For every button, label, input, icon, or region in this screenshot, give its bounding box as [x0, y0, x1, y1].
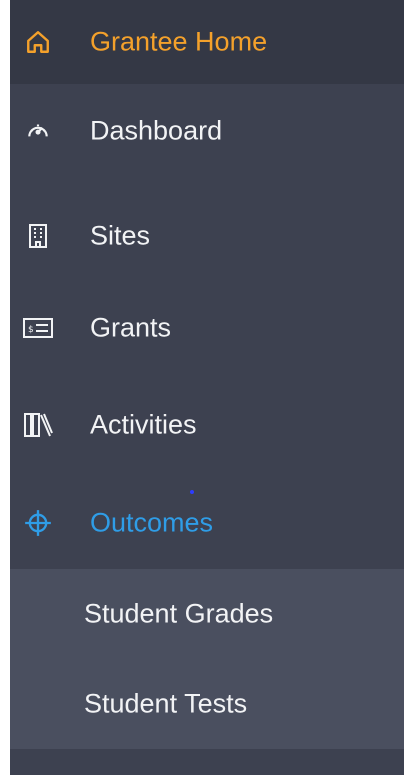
sidebar: Grantee Home Dashboard Sites $ Grants Ac…	[0, 0, 404, 775]
sidebar-item-label: Sites	[90, 220, 151, 251]
sidebar-item-label: Outcomes	[90, 507, 214, 538]
sidebar-item-label: Dashboard	[90, 115, 223, 146]
submenu-item-student-tests[interactable]: Student Tests	[10, 659, 404, 749]
sidebar-item-grants[interactable]: $ Grants	[10, 281, 404, 375]
sidebar-item-dashboard[interactable]: Dashboard	[10, 84, 404, 178]
money-card-icon: $	[22, 312, 54, 344]
building-icon	[22, 220, 54, 252]
speedometer-icon	[22, 115, 54, 147]
sidebar-item-label: Grants	[90, 312, 172, 343]
sidebar-item-sites[interactable]: Sites	[10, 189, 404, 283]
crosshair-icon	[22, 507, 54, 539]
sidebar-item-grantee-home[interactable]: Grantee Home	[10, 0, 404, 84]
library-icon	[22, 409, 54, 441]
svg-text:$: $	[28, 325, 34, 335]
home-icon	[22, 26, 54, 58]
sidebar-item-label: Grantee Home	[90, 26, 268, 57]
submenu-item-label: Student Tests	[84, 688, 248, 719]
submenu-item-label: Student Grades	[84, 598, 274, 629]
sidebar-item-label: Activities	[90, 409, 197, 440]
sidebar-item-outcomes[interactable]: Outcomes	[10, 476, 404, 570]
outcomes-submenu: Student Grades Student Tests	[10, 569, 404, 749]
sidebar-item-activities[interactable]: Activities	[10, 378, 404, 472]
submenu-item-student-grades[interactable]: Student Grades	[10, 569, 404, 659]
